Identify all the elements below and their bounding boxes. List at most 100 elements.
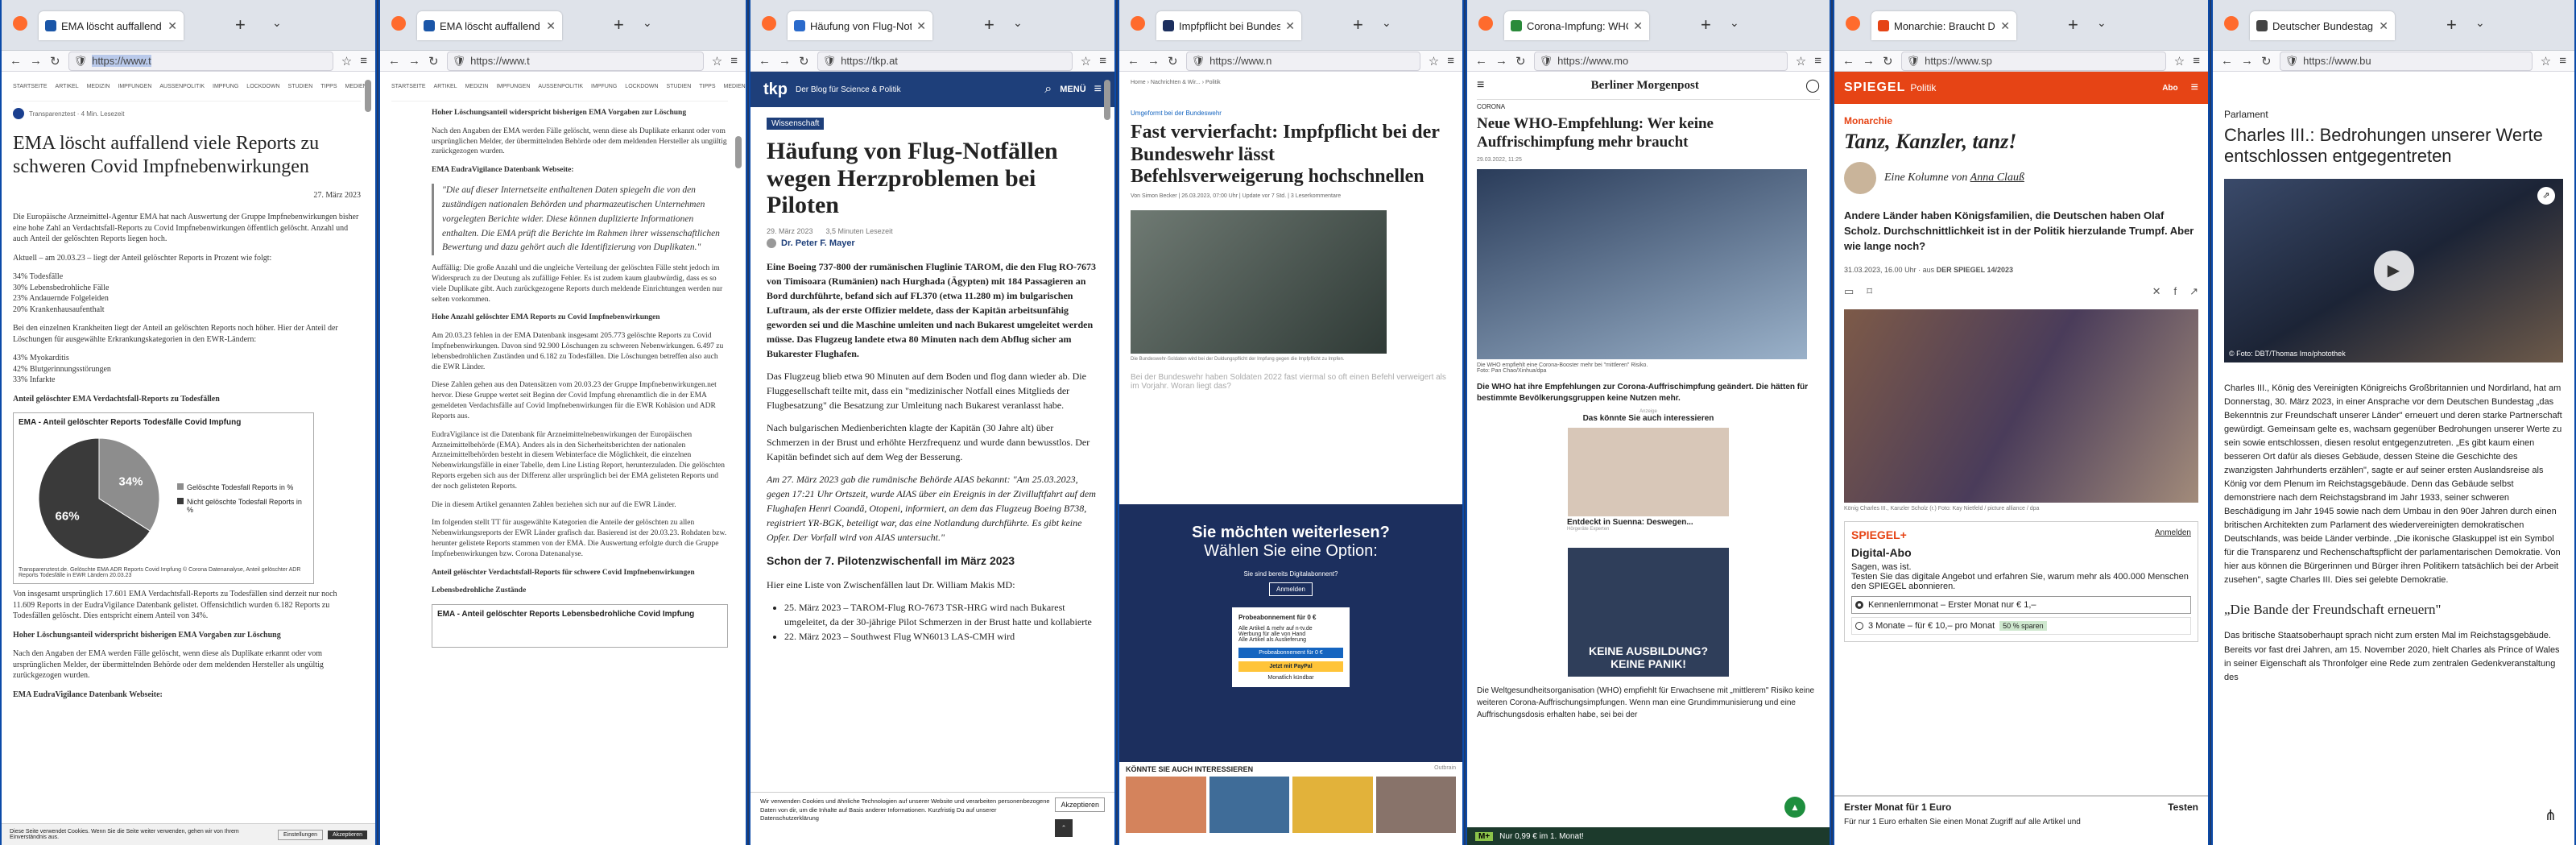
- back-icon[interactable]: ←: [2221, 54, 2233, 68]
- scrollbar[interactable]: [1103, 72, 1111, 837]
- bookmark-star-icon[interactable]: ☆: [1429, 54, 1439, 68]
- back-icon[interactable]: ←: [759, 54, 771, 68]
- forward-icon[interactable]: →: [408, 54, 420, 68]
- rec-image[interactable]: [1126, 777, 1206, 833]
- new-tab-icon[interactable]: +: [1701, 14, 1711, 35]
- chevron-down-icon[interactable]: ⌄: [1730, 16, 1739, 30]
- ad-banner[interactable]: KEINE AUSBILDUNG? KEINE PANIK!: [1568, 547, 1729, 677]
- section-name[interactable]: Politik: [1910, 82, 2157, 93]
- bookmark-star-icon[interactable]: ☆: [2174, 54, 2185, 68]
- twitter-icon[interactable]: ✕: [2152, 285, 2161, 298]
- reload-icon[interactable]: ↻: [799, 54, 809, 68]
- test-button[interactable]: Testen: [2168, 802, 2198, 813]
- scrollbar[interactable]: [734, 72, 742, 837]
- share-icon[interactable]: ⇗: [2537, 186, 2555, 205]
- chevron-down-icon[interactable]: ⌄: [1382, 16, 1391, 30]
- back-icon[interactable]: ←: [388, 54, 400, 68]
- nav-link[interactable]: IMPFUNG: [213, 84, 238, 89]
- close-icon[interactable]: ✕: [1633, 19, 1643, 33]
- reload-icon[interactable]: ↻: [1883, 54, 1893, 68]
- site-logo[interactable]: Berliner Morgenpost: [1591, 79, 1699, 93]
- category-badge[interactable]: Wissenschaft: [767, 118, 825, 130]
- author-link[interactable]: Anna Clauß: [1970, 172, 2024, 184]
- user-icon[interactable]: ◯: [1805, 77, 1820, 93]
- radio-icon[interactable]: [1855, 600, 1863, 609]
- nav-link[interactable]: IMPFUNGEN: [496, 84, 530, 89]
- video-player[interactable]: ▶ ⇗ © Foto: DBT/Thomas Imo/photothek: [2224, 178, 2563, 362]
- tab-active[interactable]: Corona-Impfung: WHO ✕: [1504, 11, 1649, 40]
- site-logo[interactable]: SPIEGEL: [1844, 81, 1905, 95]
- nav-link[interactable]: MEDIZIN: [465, 84, 489, 89]
- reload-icon[interactable]: ↻: [428, 54, 439, 68]
- tab-active[interactable]: EMA löscht auffallend ✕: [417, 11, 562, 40]
- bookmark-star-icon[interactable]: ☆: [1081, 54, 1091, 68]
- url-bar[interactable]: 🛡 https://tkp.at: [817, 51, 1073, 71]
- forward-icon[interactable]: →: [1863, 54, 1875, 68]
- back-icon[interactable]: ←: [1475, 54, 1487, 68]
- new-tab-icon[interactable]: +: [614, 14, 624, 35]
- share-icon[interactable]: ⋔: [2545, 807, 2557, 824]
- tab-active[interactable]: Impfpflicht bei Bundes ✕: [1156, 11, 1301, 40]
- bookmark-star-icon[interactable]: ☆: [1796, 54, 1806, 68]
- nav-link[interactable]: STARTSEITE: [13, 84, 48, 89]
- issue-link[interactable]: DER SPIEGEL 14/2023: [1937, 266, 2013, 274]
- nav-link[interactable]: TIPPS: [320, 84, 337, 89]
- new-tab-icon[interactable]: +: [1353, 14, 1363, 35]
- close-icon[interactable]: ✕: [167, 19, 177, 33]
- chevron-down-icon[interactable]: ⌄: [2097, 16, 2107, 30]
- forward-icon[interactable]: →: [779, 54, 791, 68]
- share-icon[interactable]: ↗: [2189, 285, 2198, 298]
- menu-icon[interactable]: ≡: [1099, 54, 1106, 68]
- menu-icon[interactable]: ≡: [1447, 54, 1454, 68]
- cookie-accept-button[interactable]: Akzeptieren: [1055, 797, 1105, 812]
- radio-icon[interactable]: [1855, 621, 1863, 630]
- back-icon[interactable]: ←: [1127, 54, 1139, 68]
- abo-button[interactable]: Abo: [2162, 84, 2177, 93]
- search-icon[interactable]: ⌕: [1044, 82, 1052, 97]
- forward-icon[interactable]: →: [2241, 54, 2253, 68]
- nav-link[interactable]: STARTSEITE: [391, 84, 426, 89]
- url-bar[interactable]: 🛡 https://www.sp: [1900, 51, 2166, 71]
- nav-link[interactable]: STUDIEN: [288, 84, 313, 89]
- chevron-down-icon[interactable]: ⌄: [272, 16, 282, 30]
- nav-link[interactable]: ARTIKEL: [56, 84, 79, 89]
- url-bar[interactable]: 🛡 https://www.t: [68, 51, 333, 71]
- bookmark-star-icon[interactable]: ☆: [341, 54, 352, 68]
- login-button[interactable]: Anmelden: [2155, 528, 2191, 541]
- bookmark-icon[interactable]: ⌑: [1867, 285, 1872, 298]
- nav-link[interactable]: LOCKDOWN: [625, 84, 658, 89]
- cookie-accept-button[interactable]: Akzeptieren: [328, 830, 367, 839]
- forward-icon[interactable]: →: [1495, 54, 1507, 68]
- nav-link[interactable]: IMPFUNG: [591, 84, 617, 89]
- cookie-settings-button[interactable]: Einstellungen: [278, 829, 324, 840]
- login-button[interactable]: Anmelden: [1268, 582, 1313, 596]
- menu-button[interactable]: MENÜ: [1060, 85, 1085, 94]
- nav-link[interactable]: AUSSENPOLITIK: [538, 84, 583, 89]
- reload-icon[interactable]: ↻: [1515, 54, 1526, 68]
- new-tab-icon[interactable]: +: [984, 14, 994, 35]
- reload-icon[interactable]: ↻: [1168, 54, 1178, 68]
- hamburger-icon[interactable]: ≡: [1094, 82, 1102, 97]
- facebook-icon[interactable]: f: [2173, 285, 2177, 298]
- nav-link[interactable]: STUDIEN: [667, 84, 692, 89]
- rec-image[interactable]: [1375, 777, 1456, 833]
- nav-link[interactable]: ARTIKEL: [434, 84, 457, 89]
- tab-active[interactable]: EMA löscht auffallend ✕: [39, 11, 184, 40]
- url-bar[interactable]: 🛡 https://www.mo: [1533, 51, 1788, 71]
- share-icon[interactable]: ▲: [1784, 797, 1805, 818]
- new-tab-icon[interactable]: +: [235, 14, 246, 35]
- nav-link[interactable]: LOCKDOWN: [246, 84, 279, 89]
- paypal-button[interactable]: Jetzt mit PayPal: [1238, 661, 1343, 672]
- ad-title[interactable]: Entdeckt in Suenna: Deswegen...: [1567, 518, 1820, 527]
- menu-icon[interactable]: ≡: [2559, 54, 2566, 68]
- chevron-down-icon[interactable]: ⌄: [643, 16, 652, 30]
- tab-active[interactable]: Monarchie: Braucht D ✕: [1871, 11, 2016, 40]
- back-icon[interactable]: ←: [1842, 54, 1854, 68]
- hamburger-icon[interactable]: ≡: [2191, 81, 2198, 95]
- new-tab-icon[interactable]: +: [2446, 14, 2457, 35]
- close-icon[interactable]: ✕: [2379, 19, 2388, 33]
- bookmark-star-icon[interactable]: ☆: [712, 54, 722, 68]
- close-icon[interactable]: ✕: [546, 19, 556, 33]
- close-icon[interactable]: ✕: [1285, 19, 1295, 33]
- nav-link[interactable]: TIPPS: [699, 84, 715, 89]
